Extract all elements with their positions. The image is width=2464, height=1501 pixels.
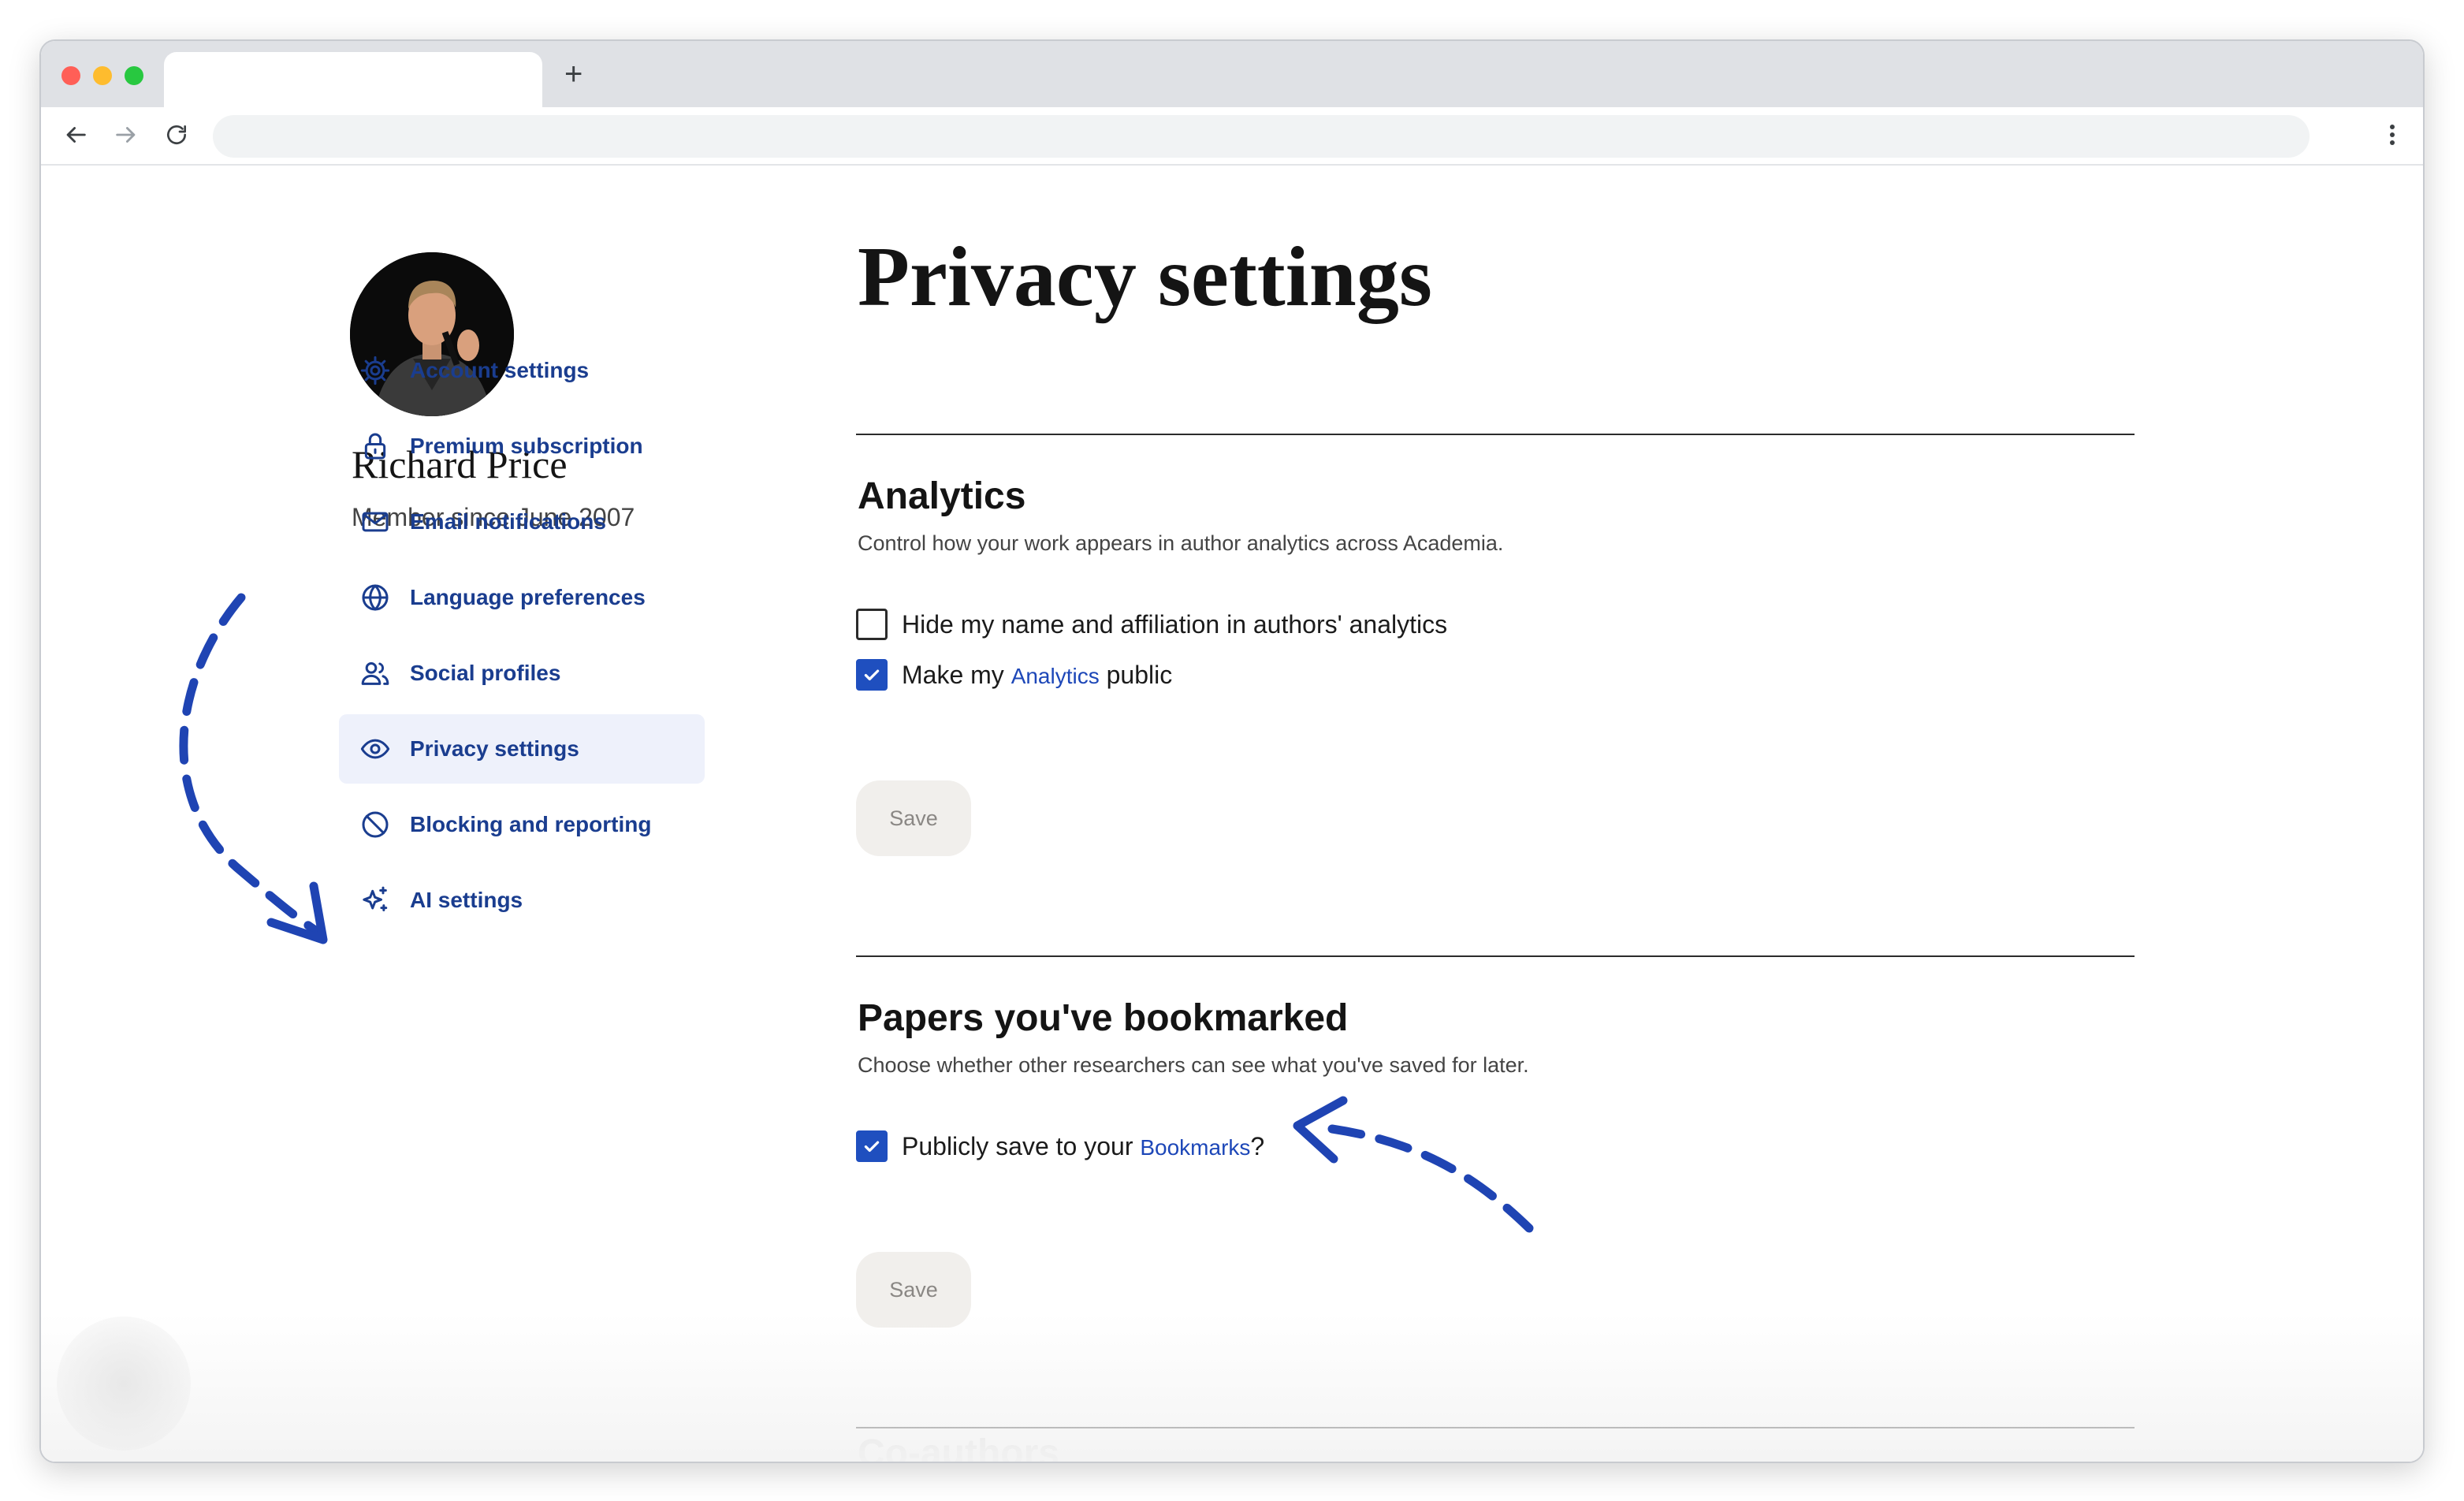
page-content: Richard Price Member since June 2007 Acc…: [41, 166, 2423, 1463]
checkmark-icon: [864, 669, 880, 681]
back-button[interactable]: [57, 107, 95, 162]
sidebar-item-label: Account settings: [410, 358, 590, 382]
sidebar-item-privacy-settings[interactable]: Privacy settings: [339, 714, 705, 784]
forward-button[interactable]: [107, 107, 145, 162]
sidebar-item-label: AI settings: [410, 888, 523, 912]
checkmark-icon: [864, 1141, 880, 1153]
new-tab-button[interactable]: +: [564, 58, 583, 90]
public-bookmarks-option[interactable]: Publicly save to your Bookmarks?: [856, 1129, 1264, 1164]
divider: [856, 1427, 2135, 1428]
reload-button[interactable]: [158, 107, 195, 162]
section-title: Papers you've bookmarked: [858, 997, 1349, 1039]
active-tab[interactable]: [164, 52, 542, 107]
sidebar-item-label: Social profiles: [410, 661, 561, 685]
hide-name-option[interactable]: Hide my name and affiliation in authors'…: [856, 607, 1447, 642]
chat-widget[interactable]: [57, 1317, 191, 1451]
sidebar-item-premium-subscription[interactable]: Premium subscription: [339, 412, 705, 481]
sidebar-item-label: Email notifications: [410, 509, 606, 534]
analytics-link[interactable]: Analytics: [1011, 664, 1100, 688]
sidebar-item-label: Premium subscription: [410, 434, 643, 458]
block-icon: [362, 811, 389, 838]
hide-name-label: Hide my name and affiliation in authors'…: [902, 609, 1448, 639]
sidebar-item-email-notifications[interactable]: Email notifications: [339, 487, 705, 557]
browser-toolbar: [41, 107, 2423, 166]
sidebar-item-ai-settings[interactable]: AI settings: [339, 866, 705, 935]
sidebar-item-label: Privacy settings: [410, 736, 579, 761]
section-description: Control how your work appears in author …: [858, 531, 1504, 555]
sidebar-item-account-settings[interactable]: Account settings: [339, 336, 705, 405]
globe-icon: [362, 584, 389, 611]
public-analytics-checkbox[interactable]: [856, 659, 888, 691]
section-description: Choose whether other researchers can see…: [858, 1053, 1529, 1077]
maximize-window-button[interactable]: [125, 66, 143, 85]
public-bookmarks-label: Publicly save to your Bookmarks?: [902, 1132, 1264, 1161]
arrow-left-icon: [66, 127, 86, 143]
bookmarks-link[interactable]: Bookmarks: [1140, 1135, 1250, 1160]
gear-icon: [360, 356, 390, 385]
bottom-fade: [41, 1313, 2423, 1462]
tab-bar: +: [41, 41, 2423, 107]
public-bookmarks-checkbox[interactable]: [856, 1130, 888, 1162]
page-title: Privacy settings: [858, 230, 1432, 324]
reload-icon: [167, 125, 186, 144]
public-analytics-option[interactable]: Make my Analytics public: [856, 657, 1172, 692]
sidebar-item-label: Blocking and reporting: [410, 812, 652, 836]
people-icon: [361, 662, 389, 685]
minimize-window-button[interactable]: [93, 66, 112, 85]
kebab-menu-icon: [2390, 125, 2395, 145]
analytics-save-button[interactable]: Save: [856, 780, 971, 856]
address-bar[interactable]: [213, 115, 2310, 158]
lock-icon: [364, 433, 386, 460]
sparkle-icon: [363, 886, 388, 911]
close-window-button[interactable]: [61, 66, 80, 85]
arrow-right-icon: [116, 127, 136, 143]
eye-icon: [360, 739, 390, 759]
public-analytics-suffix: public: [1106, 660, 1173, 689]
divider: [856, 955, 2135, 957]
public-bookmarks-prefix: Publicly save to your: [902, 1131, 1133, 1160]
sidebar-item-label: Language preferences: [410, 585, 646, 609]
browser-window: + Richard Price Member since June 2007 A…: [39, 39, 2425, 1463]
divider: [856, 434, 2135, 435]
browser-menu-button[interactable]: [2380, 107, 2404, 162]
sidebar-item-language-preferences[interactable]: Language preferences: [339, 563, 705, 632]
public-analytics-prefix: Make my: [902, 660, 1004, 689]
hide-name-checkbox[interactable]: [856, 609, 888, 640]
envelope-icon: [362, 512, 389, 532]
coauthors-section-title: Co-authors: [858, 1432, 1059, 1463]
section-title: Analytics: [858, 475, 1026, 517]
public-analytics-label: Make my Analytics public: [902, 661, 1172, 690]
sidebar-item-social-profiles[interactable]: Social profiles: [339, 639, 705, 708]
public-bookmarks-suffix: ?: [1250, 1131, 1265, 1160]
sidebar-item-blocking-and-reporting[interactable]: Blocking and reporting: [339, 790, 705, 859]
bookmarks-save-button[interactable]: Save: [856, 1252, 971, 1328]
